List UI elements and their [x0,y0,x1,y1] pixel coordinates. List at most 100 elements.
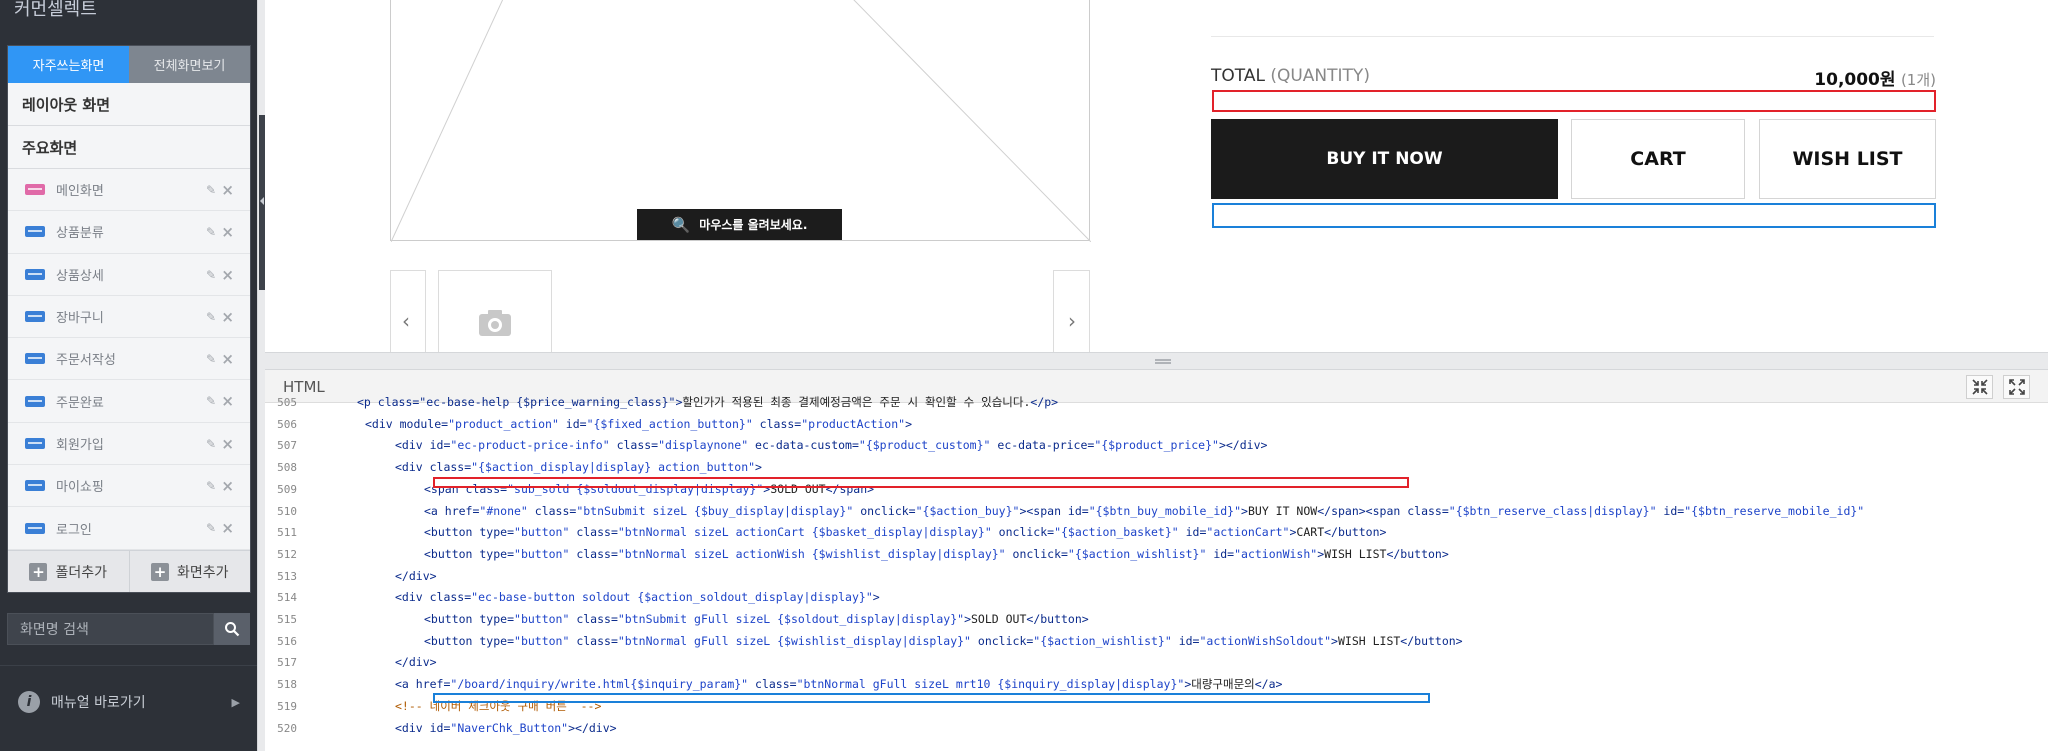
code-token: > [1331,633,1338,648]
code-token: <button type= [424,633,515,648]
grip-icon [1155,359,1171,364]
screen-item[interactable]: 메인화면 ✎ × [8,169,250,212]
image-placeholder [390,0,1092,243]
screen-search-input[interactable]: 화면명 검색 [7,613,214,645]
manual-link[interactable]: i 매뉴얼 바로가기 ▶ [18,691,240,713]
close-icon[interactable]: × [221,392,234,410]
code-token: <button type= [424,612,515,626]
close-icon[interactable]: × [221,519,234,537]
code-token: class= [752,416,802,431]
screen-item[interactable]: 마이쇼핑 ✎ × [8,465,250,508]
code-token: <a href= [395,677,451,692]
screen-item-label: 회원가입 [56,437,104,453]
code-token: > [755,460,762,475]
screen-tabs: 자주쓰는화면 전체화면보기 [8,46,250,83]
close-icon[interactable]: × [221,477,234,495]
html-file-icon [25,226,45,238]
html-file-icon [25,184,45,196]
screen-item-label: 장바구니 [56,311,104,327]
code-token: <div id= [395,720,451,735]
code-token: ><span id= [1019,503,1089,518]
code-token: "{$action_basket}" [1054,525,1179,540]
code-text: <div module="product_action" id="{$fixed… [365,414,912,436]
plus-icon: + [29,562,48,581]
code-token: </button> [1324,525,1387,540]
code-token: WISH LIST [1324,546,1387,561]
divider [1211,36,1934,37]
highlight-inquiry-area [1212,203,1936,228]
edit-icon[interactable]: ✎ [206,225,216,239]
tab-all-screens[interactable]: 전체화면보기 [129,46,250,83]
close-icon[interactable]: × [221,350,234,368]
close-icon[interactable]: × [221,308,234,326]
code-token: CART [1296,525,1325,540]
close-icon[interactable]: × [221,181,234,199]
thumb-prev-button[interactable]: ‹ [390,270,426,352]
screen-item[interactable]: 상품분류 ✎ × [8,211,250,254]
thumb-next-button[interactable]: › [1053,270,1090,352]
html-file-icon [25,437,45,449]
edit-icon[interactable]: ✎ [206,268,216,282]
code-token: "{$action_buy}" [915,503,1020,518]
code-token: "{$action_wishlist}" [1033,633,1172,648]
close-icon[interactable]: × [221,435,234,453]
edit-icon[interactable]: ✎ [206,521,216,535]
close-icon[interactable]: × [221,266,234,284]
code-text: <div id="NaverChk_Button"></div> [395,718,617,740]
add-screen-button[interactable]: + 화면추가 [130,551,251,592]
code-token: "{$btn_buy_mobile_id}" [1088,503,1242,518]
code-text: <button type="button" class="btnNormal s… [424,544,1449,566]
close-icon[interactable]: × [221,223,234,241]
code-token: </button> [1400,633,1463,648]
line-number: 518 [277,678,297,692]
screen-item[interactable]: 로그인 ✎ × [8,507,250,550]
horizontal-splitter[interactable] [265,352,2048,370]
edit-icon[interactable]: ✎ [206,183,216,197]
add-folder-button[interactable]: + 폴더추가 [8,551,130,592]
tab-favorite-screens[interactable]: 자주쓰는화면 [8,46,129,83]
code-token: onclick= [970,633,1034,648]
code-token: "btnSubmit sizeL {$buy_display|display}" [576,503,854,518]
screen-item[interactable]: 주문완료 ✎ × [8,380,250,423]
search-button[interactable] [214,613,250,645]
code-token: "displaynone" [658,438,749,453]
thumbnail[interactable] [438,270,552,352]
code-token: class= [527,503,577,518]
action-buttons: BUY IT NOW CART WISH LIST [1211,119,1936,199]
code-token: "actionWish" [1234,546,1318,561]
code-text: </div> [395,652,437,674]
highlight-code-price-info [433,477,1409,488]
code-line: 506 <div module="product_action" id="{$fi… [265,414,2048,436]
screen-item[interactable]: 주문서작성 ✎ × [8,338,250,381]
screen-items: 메인화면 ✎ × 상품분류 ✎ × 상품상세 ✎ × 장바구니 ✎ × 주문서작성 ✎ × 주문완료 ✎ × 회원가… [8,169,250,550]
cart-button[interactable]: CART [1571,119,1745,199]
line-number: 510 [277,504,297,518]
edit-icon[interactable]: ✎ [206,479,216,493]
edit-icon[interactable]: ✎ [206,394,216,408]
code-token: "{$action_wishlist}" [1067,546,1207,561]
vertical-splitter[interactable] [257,0,265,751]
section-layout-screen[interactable]: 레이아웃 화면 [8,83,250,126]
wish-list-button[interactable]: WISH LIST [1759,119,1936,199]
code-token: "btnNormal sizeL actionCart {$basket_dis… [617,525,992,540]
code-token: "{$product_price}" [1094,438,1219,453]
line-number: 508 [277,461,297,475]
screen-item-label: 주문완료 [56,395,104,411]
edit-icon[interactable]: ✎ [206,310,216,324]
code-token: <p class="ec-base-help {$price_warning_c… [357,395,683,409]
total-label: TOTAL (QUANTITY) [1211,66,1370,86]
code-text: <button type="button" class="btnSubmit g… [424,609,1089,631]
code-token: <button type= [424,546,515,561]
edit-icon[interactable]: ✎ [206,352,216,366]
screen-item[interactable]: 회원가입 ✎ × [8,422,250,466]
line-number: 505 [277,396,297,409]
screen-item[interactable]: 상품상세 ✎ × [8,253,250,296]
code-token: ec-data-custom= [748,438,859,453]
section-main-screen[interactable]: 주요화면 [8,126,250,169]
screen-item-label: 메인화면 [56,184,104,200]
edit-icon[interactable]: ✎ [206,437,216,451]
code-token: "btnNormal gFull sizeL {$wishlist_displa… [617,633,971,648]
screen-item[interactable]: 장바구니 ✎ × [8,295,250,339]
buy-now-button[interactable]: BUY IT NOW [1211,119,1558,199]
code-token: "actionCart" [1206,525,1290,540]
